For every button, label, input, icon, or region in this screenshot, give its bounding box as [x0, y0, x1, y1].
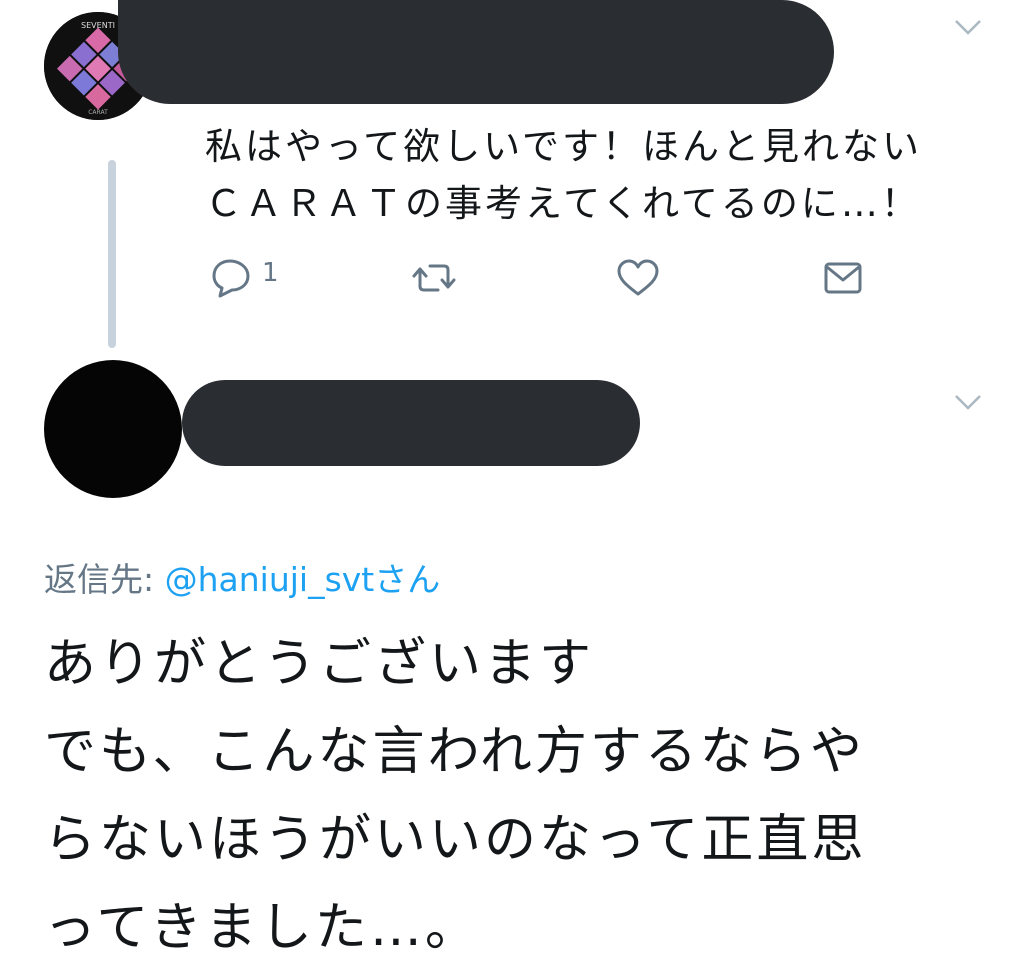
redacted-author-name — [118, 0, 834, 104]
like-icon[interactable] — [614, 256, 662, 300]
tweet-text-line: でも、こんな言われ方するならや — [44, 722, 865, 782]
thread-connector-line — [108, 160, 116, 348]
tweet-text: 私はやって欲しいです！ほんと見れない ＣＡＲＡＴの事考えてくれてるのに…！ — [205, 118, 965, 232]
dm-icon[interactable] — [820, 256, 868, 300]
redacted-author-name — [182, 380, 640, 466]
reply-handle-link[interactable]: @haniuji_svt — [165, 560, 375, 599]
chevron-down-icon[interactable] — [953, 393, 983, 411]
avatar[interactable] — [44, 360, 182, 498]
tweet-text-line: らないほうがいいのなって正直思 — [44, 810, 867, 870]
reply-label: 返信先: — [44, 560, 165, 599]
avatar-bottom-text: CARAT — [88, 109, 108, 116]
avatar-top-text: SEVENTI — [81, 21, 115, 30]
retweet-icon[interactable] — [410, 256, 458, 300]
reply-context: 返信先: @haniuji_svtさん — [44, 553, 440, 601]
tweet-text-line: 私はやって欲しいです！ほんと見れない — [205, 125, 923, 168]
chevron-down-icon[interactable] — [953, 18, 983, 36]
reply-icon[interactable] — [206, 256, 254, 300]
tweet-text-line: ＣＡＲＡＴの事考えてくれてるのに…！ — [205, 182, 921, 225]
tweet-text-line: ありがとうございます — [44, 634, 595, 694]
tweet-text-line: ってきました…。 — [44, 898, 480, 958]
reply-count: 1 — [262, 258, 279, 288]
tweet-text: ありがとうございます でも、こんな言われ方するならや らないほうがいいのなって正… — [44, 620, 1004, 972]
reply-suffix: さん — [374, 560, 441, 599]
